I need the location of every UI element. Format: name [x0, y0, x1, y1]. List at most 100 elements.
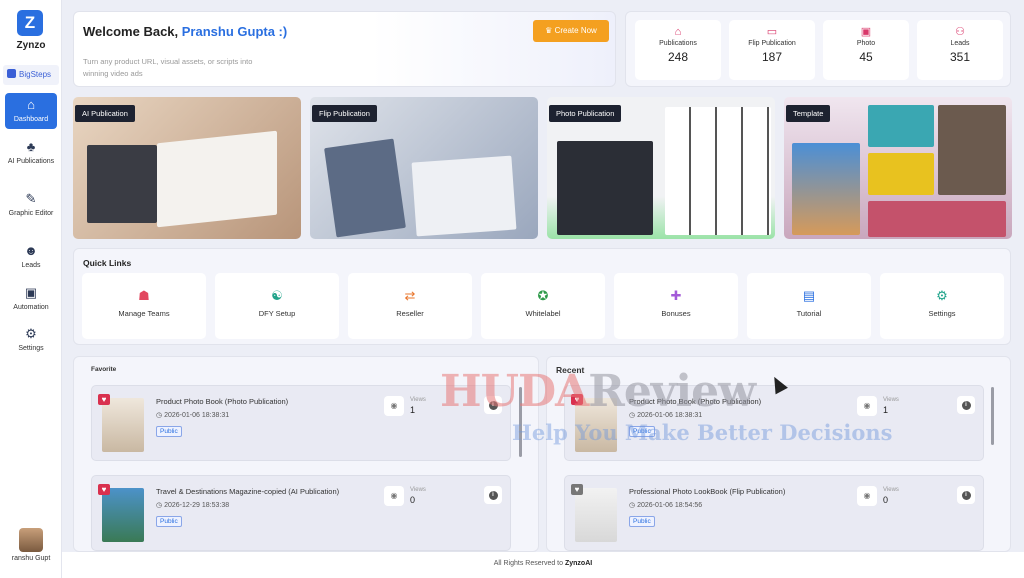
workspace-selector[interactable]: BigSteps [3, 65, 59, 85]
create-now-label: Create Now [554, 26, 597, 35]
eye-off-icon[interactable]: ◉ [857, 486, 877, 506]
quick-link-label: Tutorial [796, 309, 822, 318]
interior-template-image [938, 105, 1006, 195]
views-label: Views [410, 487, 426, 493]
views-label: Views [883, 487, 899, 493]
user-greeting-name: Pranshu Gupta :) [181, 24, 288, 39]
date-text: 2026-12-29 18:53:38 [164, 502, 230, 509]
info-button[interactable]: i [957, 396, 975, 414]
views-count: 0 [410, 495, 416, 505]
badge-icon: ✪ [537, 288, 549, 303]
quick-link-manage-teams[interactable]: ☗ Manage Teams [82, 273, 206, 339]
heart-icon[interactable]: ♥ [98, 394, 110, 405]
quick-link-reseller[interactable]: ⇄ Reseller [348, 273, 472, 339]
stat-flip-publication[interactable]: ▭ Flip Publication 187 [729, 20, 815, 80]
workspace-icon [7, 69, 16, 78]
nav-leads[interactable]: ☻ Leads [5, 244, 57, 270]
stat-photo[interactable]: ▣ Photo 45 [823, 20, 909, 80]
watermark-text-b: Review [588, 366, 756, 417]
date-text: 2026-01-06 18:54:56 [637, 502, 703, 509]
nav-label: Settings [18, 345, 44, 352]
nav-label: Dashboard [13, 116, 49, 123]
quick-link-whitelabel[interactable]: ✪ Whitelabel [481, 273, 605, 339]
stat-leads[interactable]: ⚇ Leads 351 [917, 20, 1003, 80]
document-icon: ▤ [802, 288, 816, 303]
quick-link-label: Whitelabel [525, 309, 561, 318]
heart-icon[interactable]: ♥ [98, 484, 110, 495]
stat-label: Publications [659, 40, 697, 47]
publication-date: ◷ 2026-01-06 18:54:56 [629, 501, 702, 509]
eye-icon[interactable]: ◉ [384, 396, 404, 416]
list-item[interactable]: ♥ Professional Photo LookBook (Flip Publ… [564, 475, 984, 551]
template-card[interactable]: Template [784, 97, 1012, 239]
exchange-icon: ⇄ [404, 288, 416, 303]
leads-icon: ☻ [24, 243, 38, 258]
views-label: Views [410, 397, 426, 403]
user-profile[interactable]: ranshu Gupt [0, 528, 62, 562]
publication-date: ◷ 2026-01-06 18:38:31 [156, 411, 229, 419]
heart-outline-icon[interactable]: ♥ [571, 484, 583, 495]
nav-settings[interactable]: ⚙ Settings [5, 327, 57, 353]
quick-link-label: Manage Teams [118, 309, 170, 318]
photo-grid-image [665, 107, 771, 235]
welcome-panel: Welcome Back, Pranshu Gupta :) Turn any … [73, 11, 616, 87]
ai-publication-card[interactable]: AI Publication [73, 97, 301, 239]
info-icon: i [961, 401, 971, 410]
travel-template-image [868, 105, 934, 147]
nav-label: Leads [21, 262, 41, 269]
card-tag: Photo Publication [549, 105, 622, 122]
nav-graphic-editor[interactable]: ✎ Graphic Editor [5, 192, 57, 218]
publication-thumbnail [102, 398, 144, 452]
greeting-text: Welcome Back, [83, 24, 179, 39]
views-label: Views [883, 397, 899, 403]
magazine-image [87, 145, 157, 223]
nav-label: Graphic Editor [8, 210, 54, 217]
create-now-button[interactable]: ♛ Create Now [533, 20, 609, 42]
automation-icon: ▣ [24, 285, 38, 300]
quick-link-dfy-setup[interactable]: ☯ DFY Setup [215, 273, 339, 339]
logo-icon: Z [17, 10, 43, 36]
quick-link-tutorial[interactable]: ▤ Tutorial [747, 273, 871, 339]
stat-value: 187 [761, 50, 783, 64]
card-tag: AI Publication [75, 105, 135, 122]
eye-icon[interactable]: ◉ [384, 486, 404, 506]
card-tag: Template [786, 105, 831, 122]
stat-value: 351 [949, 50, 971, 64]
stat-label: Photo [856, 40, 876, 47]
handshake-icon: ☯ [271, 288, 283, 303]
flip-book-image [324, 138, 406, 238]
quick-link-bonuses[interactable]: ✚ Bonuses [614, 273, 738, 339]
photo-icon: ▣ [860, 26, 872, 38]
flip-publication-card[interactable]: Flip Publication [310, 97, 538, 239]
nav-label: AI Publications [7, 158, 55, 165]
quick-link-label: Reseller [396, 309, 424, 318]
gear-icon: ⚙ [25, 326, 37, 341]
stat-value: 248 [667, 50, 689, 64]
photo-publication-card[interactable]: Photo Publication [547, 97, 775, 239]
gear-icon: ⚙ [936, 288, 948, 303]
info-button[interactable]: i [957, 486, 975, 504]
stat-publications[interactable]: ⌂ Publications 248 [635, 20, 721, 80]
publication-title: Product Photo Book (Photo Publication) [156, 397, 289, 406]
list-item[interactable]: ♥ Travel & Destinations Magazine-copied … [91, 475, 511, 551]
team-icon: ☗ [138, 288, 150, 303]
publication-thumbnail [575, 488, 617, 542]
sports-template-image [868, 153, 934, 195]
nav-dashboard[interactable]: ⌂ Dashboard [5, 93, 57, 129]
home-icon: ⌂ [27, 97, 35, 112]
workspace-label: BigSteps [19, 70, 52, 79]
quick-link-label: DFY Setup [258, 309, 296, 318]
quick-link-label: Settings [928, 309, 956, 318]
welcome-subtitle: Turn any product URL, visual assets, or … [83, 57, 253, 78]
stat-label: Leads [950, 40, 970, 47]
nav-automation[interactable]: ▣ Automation [5, 286, 57, 312]
clock-icon: ◷ [156, 502, 163, 509]
info-button[interactable]: i [484, 486, 502, 504]
clock-icon: ◷ [156, 412, 163, 419]
quick-link-settings[interactable]: ⚙ Settings [880, 273, 1004, 339]
publication-thumbnail [102, 488, 144, 542]
scrollbar[interactable] [991, 387, 994, 445]
nav-ai-publications[interactable]: ♣ AI Publications [5, 140, 57, 166]
stat-label: Flip Publication [748, 40, 796, 47]
eye-icon[interactable]: ◉ [857, 396, 877, 416]
